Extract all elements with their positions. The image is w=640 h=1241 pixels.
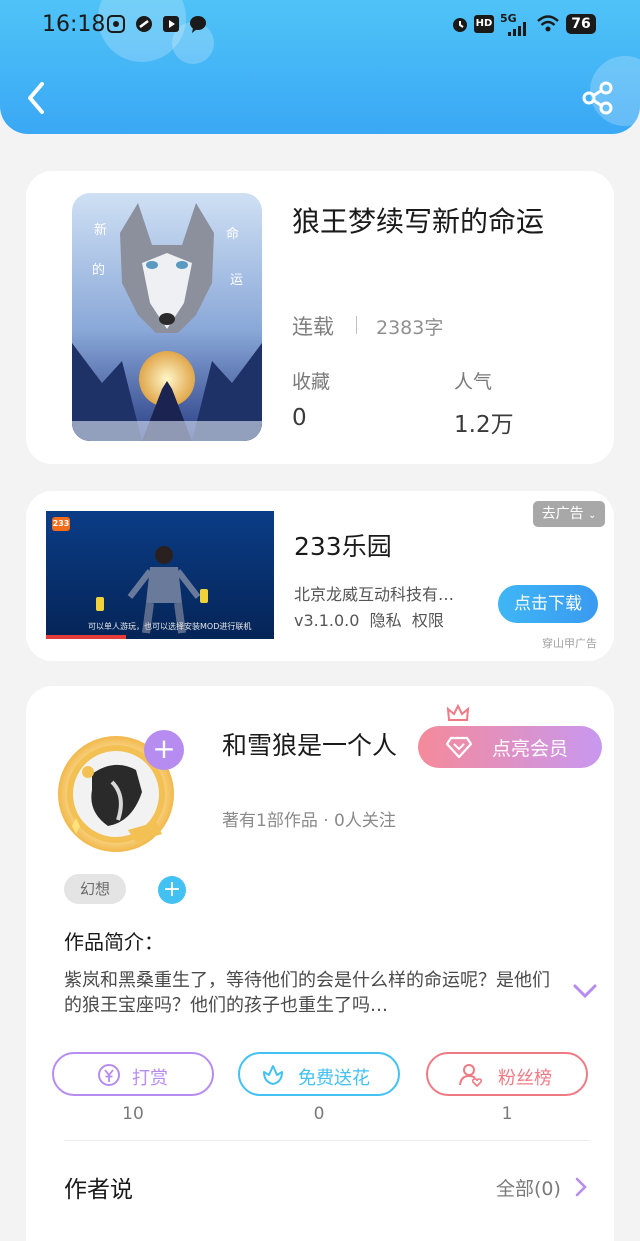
cover-char: 命 [226, 227, 240, 242]
popularity-value: 1.2万 [454, 412, 514, 438]
book-cover[interactable]: 新 的 命 运 [72, 193, 262, 441]
yuan-coin-icon [98, 1064, 120, 1086]
chat-notification-icon [190, 16, 206, 33]
app-notification-icon [107, 15, 125, 33]
flower-icon [263, 1065, 283, 1085]
ad-scene-image [46, 511, 274, 639]
share-icon[interactable] [580, 80, 616, 116]
diamond-icon [446, 736, 472, 758]
chevron-down-icon: ⌄ [588, 510, 597, 521]
author-card: + 和雪狼是一个人 点亮会员 著有1部作品 · 0人关注 幻想 + 作品简介： … [26, 686, 614, 1241]
top-header: 16:18 HD 5G 76 [0, 0, 640, 134]
cover-char: 新 [94, 223, 108, 238]
vip-button[interactable]: 点亮会员 [418, 704, 602, 768]
cover-char: 运 [230, 273, 244, 288]
remove-ad-label: 去广告 [541, 506, 584, 522]
ad-app-title: 233乐园 [294, 532, 392, 561]
add-tag-icon[interactable]: + [158, 876, 186, 904]
fan-rank-label: 粉丝榜 [498, 1068, 552, 1089]
reward-count: 10 [122, 1104, 144, 1124]
popularity-label: 人气 [454, 371, 493, 393]
reward-label: 打赏 [132, 1068, 168, 1089]
status-time: 16:18 [42, 12, 106, 37]
ad-source-label: 穿山甲广告 [542, 637, 597, 650]
ad-privacy-link[interactable]: 隐私 [370, 611, 402, 630]
flower-count: 0 [313, 1104, 325, 1124]
divider [356, 316, 357, 334]
book-title: 狼王梦续写新的命运 [292, 205, 545, 238]
wifi-icon [537, 15, 559, 32]
back-arrow-icon[interactable] [20, 80, 54, 116]
fan-user-icon [459, 1064, 483, 1088]
favorites-value: 0 [292, 405, 307, 431]
signal-icon [508, 22, 526, 36]
ad-meta: v3.1.0.0 隐私 权限 [294, 607, 444, 631]
ad-video-caption: 可以单人游玩，也可以选择安装MOD进行联机 [88, 622, 252, 631]
alarm-icon [453, 18, 467, 32]
book-word-count: 2383字 [376, 317, 444, 339]
link-notification-icon [136, 16, 152, 32]
chevron-right-icon[interactable] [574, 1176, 588, 1198]
follow-plus-icon[interactable]: + [144, 730, 184, 770]
intro-text: 紫岚和黑桑重生了，等待他们的会是什么样的命运呢？是他们的狼王宝座吗？他们的孩子也… [64, 970, 550, 1016]
send-flower-label: 免费送花 [298, 1068, 370, 1089]
genre-tag[interactable]: 幻想 [64, 874, 126, 904]
ad-video-thumbnail[interactable]: 233 可以单人游玩，也可以选择安装MOD进行联机 [46, 511, 274, 639]
hd-icon: HD [474, 15, 494, 33]
fan-rank-button[interactable]: 粉丝榜 [426, 1052, 588, 1096]
cover-char: 的 [92, 263, 106, 278]
send-flower-button[interactable]: 免费送花 [238, 1052, 400, 1096]
author-meta: 著有1部作品 · 0人关注 [222, 811, 396, 831]
ad-app-badge: 233 [52, 517, 70, 531]
book-info-card: 新 的 命 运 狼王梦续写新的命运 连载 2383字 收藏 0 人气 1.2万 [26, 171, 614, 464]
crown-icon [446, 704, 470, 721]
divider [64, 1140, 590, 1141]
ad-version: v3.1.0.0 [294, 611, 360, 630]
ad-download-button[interactable]: 点击下载 [498, 585, 598, 623]
author-says-all-link[interactable]: 全部(0) [496, 1174, 561, 1201]
ad-card[interactable]: 233 可以单人游玩，也可以选择安装MOD进行联机 去广告 ⌄ 233乐园 北京… [26, 491, 614, 661]
favorites-label: 收藏 [292, 371, 331, 393]
ad-permission-link[interactable]: 权限 [412, 611, 444, 630]
chevron-down-icon[interactable] [572, 982, 598, 1000]
author-says-title: 作者说 [64, 1177, 133, 1203]
book-status: 连载 [292, 315, 334, 339]
ad-company: 北京龙威互动科技有… [294, 585, 455, 604]
reward-button[interactable]: 打赏 [52, 1052, 214, 1096]
remove-ad-button[interactable]: 去广告 ⌄ [533, 501, 605, 527]
fan-count: 1 [501, 1104, 513, 1124]
vip-label: 点亮会员 [492, 738, 569, 760]
author-name: 和雪狼是一个人 [222, 731, 398, 760]
battery-indicator: 76 [566, 14, 596, 34]
status-bar: 16:18 HD 5G 76 [0, 0, 640, 52]
play-notification-icon [163, 16, 179, 32]
intro-title: 作品简介： [64, 930, 164, 954]
